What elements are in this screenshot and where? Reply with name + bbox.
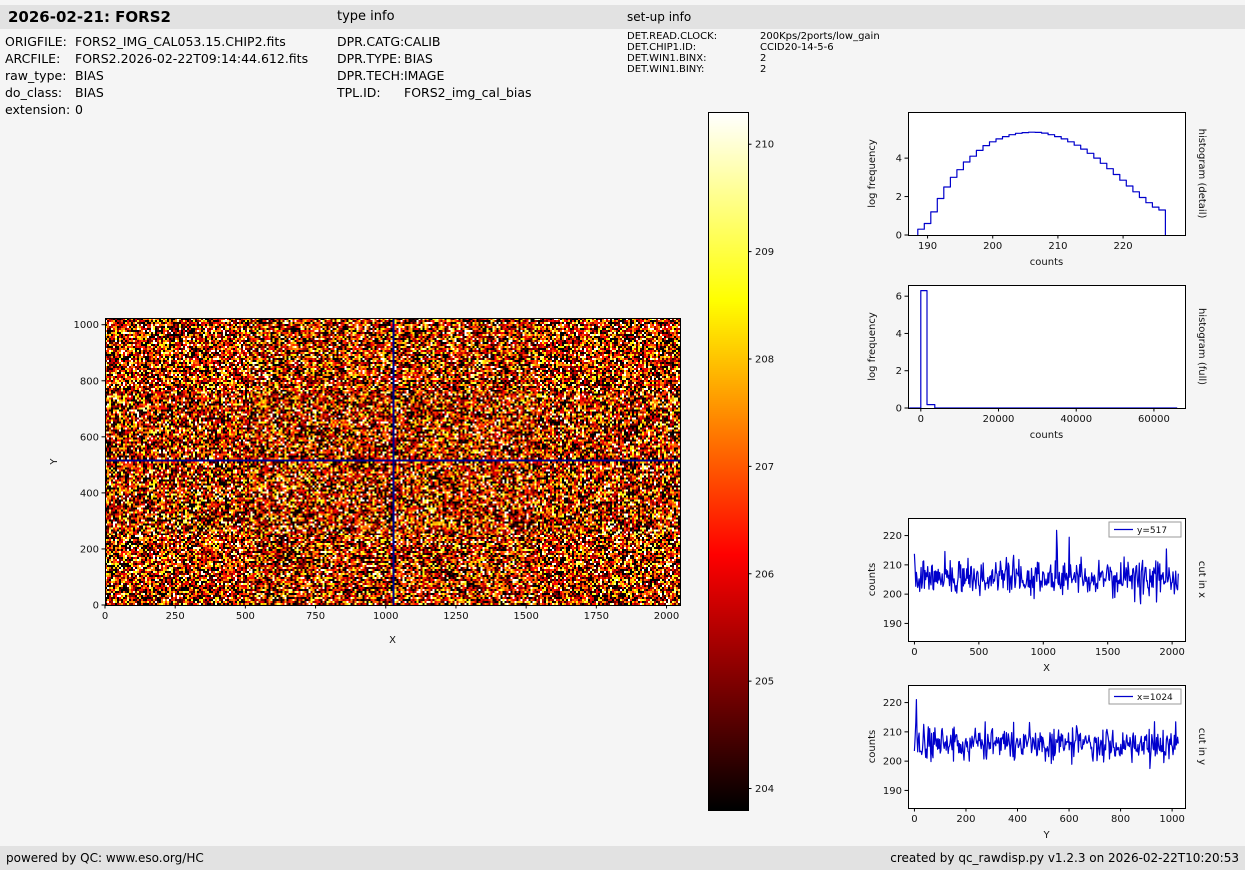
tick-label: 220 (1114, 241, 1133, 252)
tick-label: 200 (983, 241, 1002, 252)
tick-label: 205 (755, 677, 774, 688)
plots-layer: 2042052062072082092100 250 500 750 1000 1250 1… (49, 112, 1207, 841)
tick-label: 0 (911, 647, 917, 658)
tick-label: 220 (883, 531, 902, 542)
tick-label: 210 (883, 727, 902, 738)
tick-label: 209 (755, 247, 774, 258)
tick-label: 220 (883, 698, 902, 709)
tick-label: 40000 (1060, 414, 1092, 425)
tick-label: 800 (1111, 814, 1130, 825)
histogram_full-ylabel: log frequency (867, 312, 878, 381)
tick-label: 200 (883, 590, 902, 601)
tick-label: 4 (896, 154, 902, 165)
histogram_full-right-label: histogram (full) (1196, 308, 1207, 385)
tick-label: 0 (896, 404, 902, 415)
colorbar-frame (708, 112, 749, 811)
tick-label: 190 (918, 241, 937, 252)
tick-label: 206 (755, 569, 774, 580)
tick-label: 200 (956, 814, 975, 825)
cut_in_y-ylabel: counts (867, 730, 878, 763)
tick-label: 2000 (654, 611, 679, 622)
tick-label: 400 (1008, 814, 1027, 825)
footer-left-text: powered by QC: www.eso.org/HC (6, 851, 204, 865)
cut_in_x-ylabel: counts (867, 563, 878, 596)
tick-label: 2 (896, 366, 902, 377)
tick-label: 208 (755, 354, 774, 365)
tick-label: 1500 (1095, 647, 1120, 658)
histogram_full-background (908, 285, 1185, 408)
tick-label: 250 (166, 611, 185, 622)
tick-label: 2000 (1159, 647, 1184, 658)
tick-label: 1000 (373, 611, 398, 622)
tick-label: 0 (102, 611, 108, 622)
tick-label: 207 (755, 462, 774, 473)
tick-label: 60000 (1138, 414, 1170, 425)
tick-label: 1500 (513, 611, 538, 622)
tick-label: 6 (896, 292, 902, 303)
tick-label: 1750 (584, 611, 609, 622)
cut_in_x-legend-label: y=517 (1137, 526, 1167, 536)
tick-label: 190 (883, 619, 902, 630)
tick-label: 0 (896, 231, 902, 242)
cut_in_x-xlabel: X (1043, 663, 1050, 674)
tick-label: 204 (755, 784, 774, 795)
tick-label: 400 (80, 488, 99, 499)
tick-label: 190 (883, 786, 902, 797)
tick-label: 200 (80, 544, 99, 555)
tick-label: 500 (236, 611, 255, 622)
bias_image-xlabel: X (389, 635, 396, 646)
tick-label: 800 (80, 376, 99, 387)
footer-right-text: created by qc_rawdisp.py v1.2.3 on 2026-… (890, 851, 1239, 865)
footer-bar: powered by QC: www.eso.org/HC created by… (0, 846, 1245, 870)
tick-label: 1000 (1031, 647, 1056, 658)
cut_in_y-right-label: cut in y (1196, 728, 1207, 765)
tick-label: 2 (896, 192, 902, 203)
tick-label: 600 (80, 432, 99, 443)
bias_image-ylabel: Y (49, 458, 60, 466)
histogram_detail-background (908, 112, 1185, 235)
tick-label: 0 (93, 601, 99, 612)
histogram_full-xlabel: counts (1030, 430, 1063, 441)
cut_in_y-xlabel: Y (1042, 830, 1050, 841)
tick-label: 0 (911, 814, 917, 825)
tick-label: 200 (883, 757, 902, 768)
tick-label: 210 (755, 140, 774, 151)
tick-label: 0 (918, 414, 924, 425)
tick-label: 4 (896, 329, 902, 340)
tick-label: 210 (1048, 241, 1067, 252)
tick-label: 600 (1059, 814, 1078, 825)
histogram_detail-ylabel: log frequency (867, 139, 878, 208)
tick-label: 500 (969, 647, 988, 658)
histogram_detail-right-label: histogram (detail) (1196, 129, 1207, 219)
tick-label: 1000 (74, 320, 99, 331)
tick-label: 210 (883, 560, 902, 571)
tick-label: 1000 (1159, 814, 1184, 825)
tick-label: 20000 (983, 414, 1015, 425)
tick-label: 750 (306, 611, 325, 622)
histogram_detail-xlabel: counts (1030, 257, 1063, 268)
cut_in_x-right-label: cut in x (1196, 561, 1207, 598)
cut_in_y-legend-label: x=1024 (1137, 693, 1173, 703)
tick-label: 1250 (443, 611, 468, 622)
bias_image-frame (105, 318, 681, 606)
qc-report-page: 2026-02-21: FORS2 type info set-up info … (0, 0, 1245, 870)
